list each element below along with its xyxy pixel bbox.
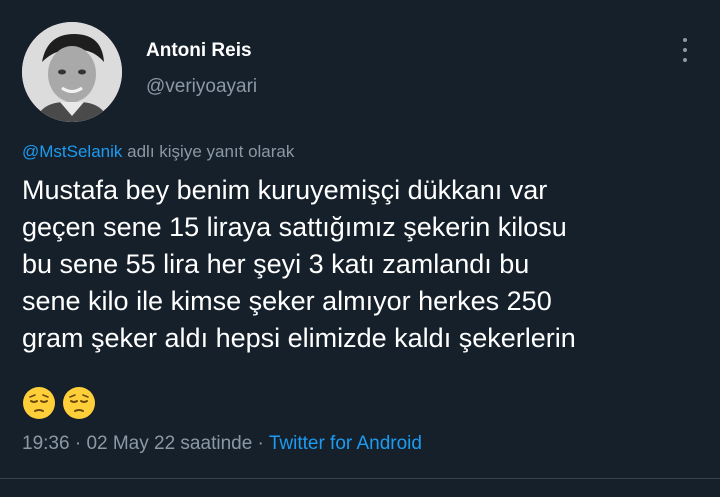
tweet-date[interactable]: 02 May 22 saatinde	[86, 433, 252, 454]
more-options-icon[interactable]	[680, 38, 690, 62]
meta-separator: ·	[252, 433, 269, 454]
pensive-face-icon	[23, 387, 55, 419]
tweet-text-line: Mustafa bey benim kuruyemişçi dükkanı va…	[22, 175, 548, 205]
avatar[interactable]	[22, 22, 122, 122]
user-handle[interactable]: @veriyoayari	[146, 76, 257, 98]
divider	[0, 478, 720, 479]
tweet-text-line: bu sene 55 lira her şeyi 3 katı zamlandı…	[22, 249, 530, 279]
tweet-time[interactable]: 19:36	[22, 433, 70, 454]
tweet-source-link[interactable]: Twitter for Android	[269, 433, 422, 454]
reply-context: @MstSelanik adlı kişiye yanıt olarak	[22, 142, 294, 162]
avatar-portrait	[22, 22, 122, 122]
emoji-group	[22, 386, 96, 420]
tweet-text-line: gram şeker aldı hepsi elimizde kaldı şek…	[22, 323, 576, 353]
meta-separator: ·	[69, 433, 87, 454]
reply-context-label: adlı kişiye yanıt olarak	[122, 142, 295, 161]
tweet-text: Mustafa bey benim kuruyemişçi dükkanı va…	[22, 172, 702, 357]
reply-mention-link[interactable]: @MstSelanik	[22, 142, 122, 161]
tweet-text-line: sene kilo ile kimse şeker almıyor herkes…	[22, 286, 552, 316]
tweet-text-line: geçen sene 15 liraya sattığımız şekerin …	[22, 212, 567, 242]
user-display-name[interactable]: Antoni Reis	[146, 40, 252, 62]
pensive-face-icon	[63, 387, 95, 419]
tweet-metadata: 19:36 · 02 May 22 saatinde · Twitter for…	[22, 433, 422, 455]
tweet-card: Antoni Reis @veriyoayari @MstSelanik adl…	[0, 0, 720, 497]
